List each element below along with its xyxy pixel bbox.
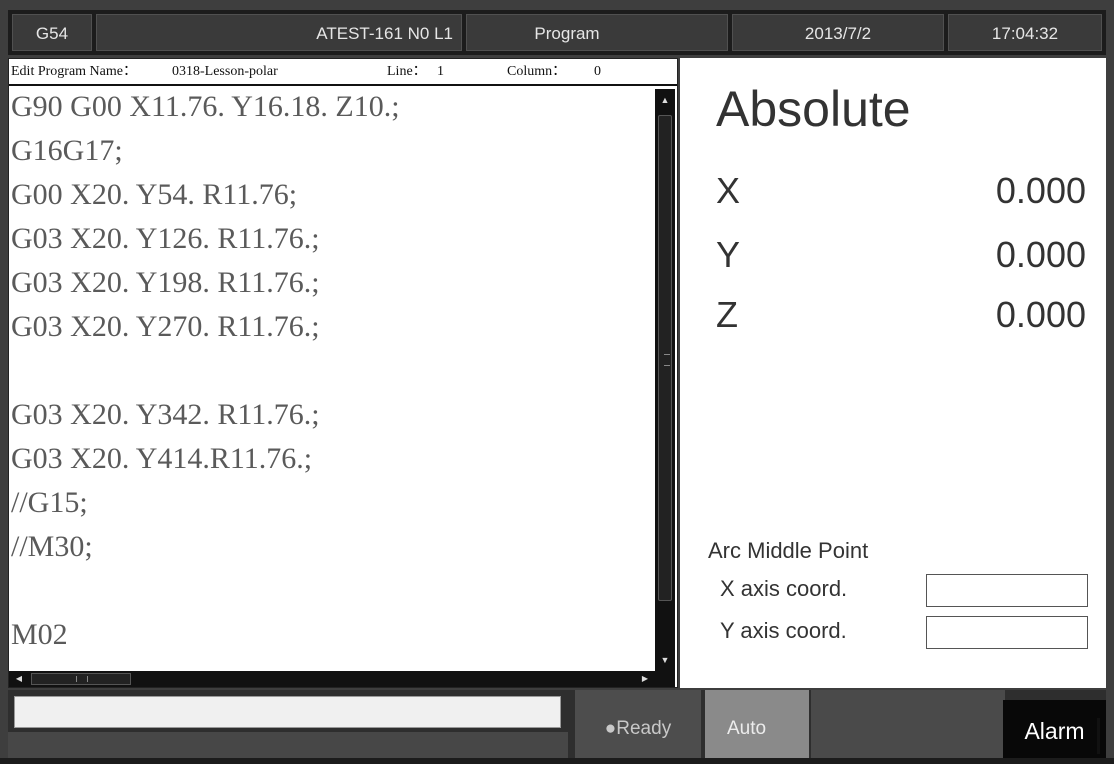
screen-mode: Program [466,14,728,51]
scroll-grip-icon [76,676,88,682]
footer-bar: ●Ready Auto Alarm [8,690,1106,764]
arc-y-label: Y axis coord. [720,618,847,643]
axis-row-x: X 0.000 [680,170,1106,220]
column-label: Column： [507,64,567,79]
scroll-up-arrow-icon[interactable]: ▲ [655,89,675,111]
vertical-scrollbar[interactable]: ▲ ▼ [655,89,675,671]
axis-value: 0.000 [995,234,1086,275]
horizontal-scroll-thumb[interactable] [31,673,131,685]
axis-row-z: Z 0.000 [680,294,1106,344]
horizontal-scrollbar[interactable]: ◀ ▶ [9,671,655,687]
program-name-label: Edit Program Name： [11,64,137,79]
code-line[interactable]: G03 X20. Y342. R11.76.; [11,397,320,433]
code-area[interactable]: G90 G00 X11.76. Y16.18. Z10.; G16G17; G0… [9,89,654,671]
coordinate-mode-title: Absolute [716,81,911,137]
line-value: 1 [437,64,444,79]
text-cursor-icon [1097,718,1100,754]
header-bar: G54 ATEST-161 N0 L1 Program 2013/7/2 17:… [8,10,1106,55]
arc-x-input[interactable] [926,574,1088,607]
code-line[interactable]: G03 X20. Y126. R11.76.; [11,221,320,257]
axis-name: Z [716,294,738,335]
axis-name: X [716,170,741,211]
status-slot-empty [811,690,1005,764]
message-bar [14,696,561,728]
code-line[interactable]: G03 X20. Y414.R11.76.; [11,441,312,477]
arc-x-row: X axis coord. [720,574,1100,610]
scroll-grip-icon [664,354,670,366]
axis-value: 0.000 [995,294,1086,335]
arc-y-input[interactable] [926,616,1088,649]
message-bar-lower [8,732,568,760]
code-line[interactable]: G03 X20. Y270. R11.76.; [11,309,320,345]
time-display: 17:04:32 [948,14,1102,51]
program-name: 0318-Lesson-polar [172,64,278,79]
scroll-down-arrow-icon[interactable]: ▼ [655,649,675,671]
axis-name: Y [716,234,741,275]
bottom-strip [0,758,1114,764]
scroll-left-arrow-icon[interactable]: ◀ [11,671,27,687]
code-line[interactable]: //G15; [11,485,88,521]
code-line[interactable]: //M30; [11,529,93,565]
work-coordinate-system: G54 [12,14,92,51]
program-info: ATEST-161 N0 L1 [96,14,462,51]
code-line[interactable]: G00 X20. Y54. R11.76; [11,177,297,213]
code-line[interactable]: G16G17; [11,133,123,169]
line-label: Line： [387,64,427,79]
code-line[interactable]: G03 X20. Y198. R11.76.; [11,265,320,301]
scrollbar-corner [655,671,675,687]
position-panel: Absolute X 0.000 Y 0.000 Z 0.000 Arc Mid… [680,58,1106,688]
alarm-button[interactable]: Alarm [1003,700,1106,758]
program-editor: Edit Program Name： 0318-Lesson-polar Lin… [8,58,678,688]
column-value: 0 [594,64,601,79]
auto-mode-status: Auto [705,690,809,764]
arc-middle-point-title: Arc Middle Point [708,538,869,563]
date-display: 2013/7/2 [732,14,944,51]
edit-info-bar: Edit Program Name： 0318-Lesson-polar Lin… [9,59,677,86]
cnc-screen: G54 ATEST-161 N0 L1 Program 2013/7/2 17:… [0,0,1114,764]
arc-y-row: Y axis coord. [720,616,1100,652]
arc-x-label: X axis coord. [720,576,848,601]
axis-value: 0.000 [995,170,1086,211]
code-line[interactable]: G90 G00 X11.76. Y16.18. Z10.; [11,89,400,125]
vertical-scroll-thumb[interactable] [658,115,672,601]
code-line[interactable]: M02 [11,617,68,653]
scroll-right-arrow-icon[interactable]: ▶ [637,671,653,687]
ready-status: ●Ready [575,690,701,764]
axis-row-y: Y 0.000 [680,234,1106,284]
